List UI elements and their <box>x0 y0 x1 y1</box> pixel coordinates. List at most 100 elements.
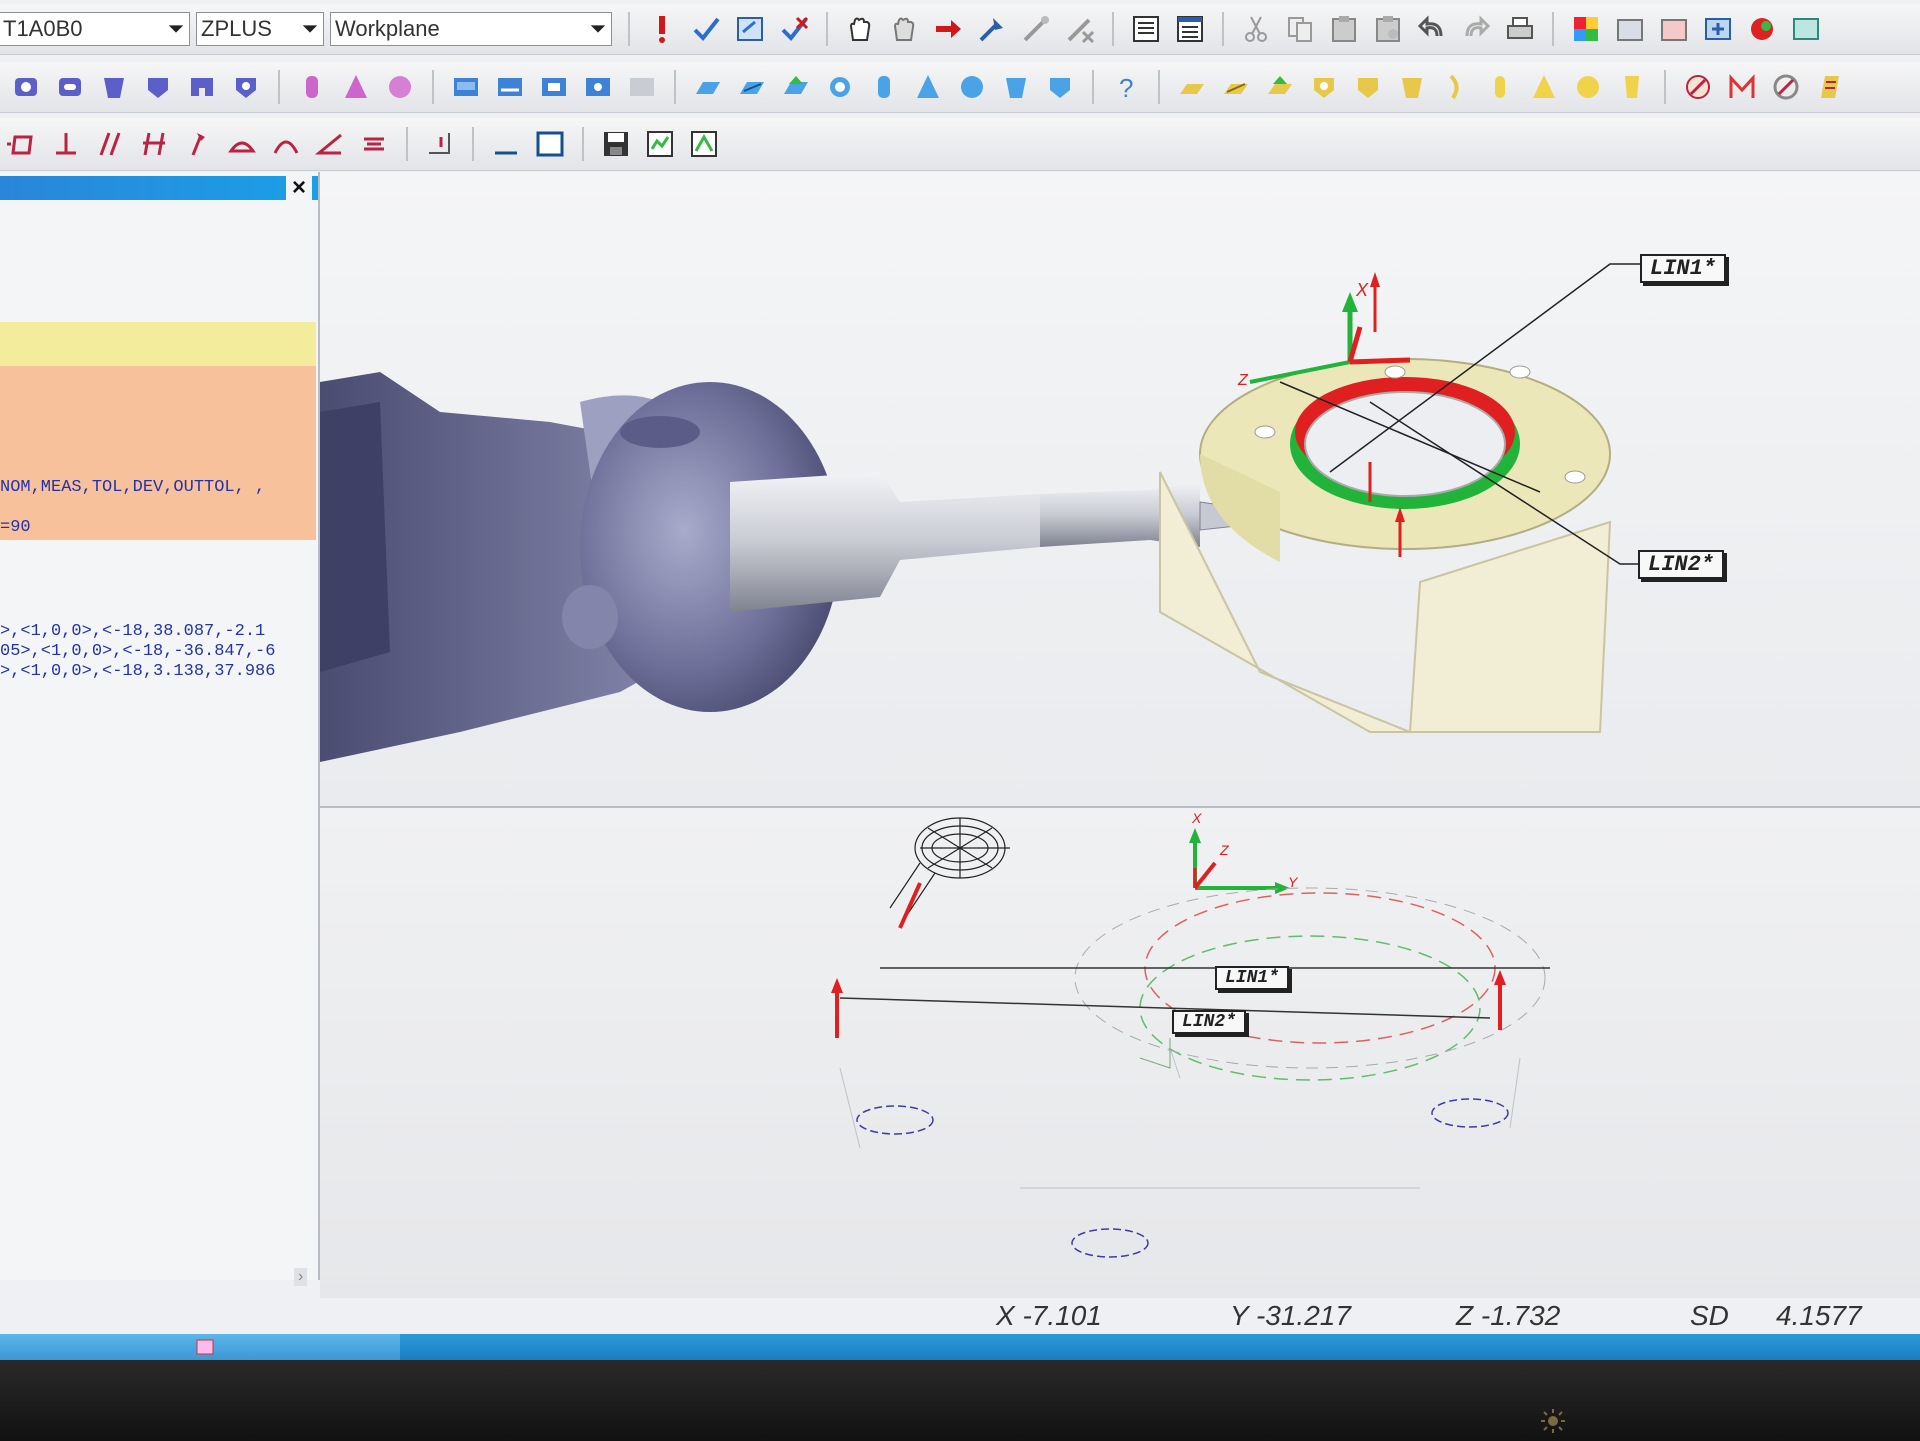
close-icon[interactable]: × <box>286 174 312 202</box>
sphere-render-icon[interactable] <box>1744 11 1780 47</box>
slot-icon[interactable] <box>52 69 88 105</box>
construct-slot-icon[interactable] <box>1350 69 1386 105</box>
auto-circle-icon[interactable] <box>822 69 858 105</box>
copy-icon[interactable] <box>1282 11 1318 47</box>
feature-label-lin1[interactable]: LIN1* <box>1215 966 1290 990</box>
save-icon[interactable] <box>598 126 634 162</box>
auto-cylinder-icon[interactable] <box>866 69 902 105</box>
rectangle-icon[interactable] <box>532 126 568 162</box>
construct-point-icon[interactable] <box>1262 69 1298 105</box>
settings-icon[interactable] <box>1656 11 1692 47</box>
print-icon[interactable] <box>1502 11 1538 47</box>
feature-label-lin1[interactable]: LIN1* <box>1640 254 1727 283</box>
undo-icon[interactable] <box>1414 11 1450 47</box>
cylinder-icon[interactable] <box>96 69 132 105</box>
move-icon[interactable] <box>1018 11 1054 47</box>
report-gen-icon[interactable] <box>1812 69 1848 105</box>
paste-special-icon[interactable] <box>1370 11 1406 47</box>
report-icon[interactable] <box>1128 11 1164 47</box>
analysis-icon[interactable] <box>1768 69 1804 105</box>
parallel-icon[interactable] <box>92 126 128 162</box>
paste-icon[interactable] <box>1326 11 1362 47</box>
code-line[interactable]: >,<1,0,0>,<-18,38.087,-2.1 <box>0 622 265 641</box>
redo-icon[interactable] <box>1458 11 1494 47</box>
taskbar <box>0 1334 1920 1360</box>
auto-sphere-icon[interactable] <box>954 69 990 105</box>
sphere-icon[interactable] <box>382 69 418 105</box>
point-icon[interactable] <box>536 69 572 105</box>
view-combo[interactable]: ZPLUS <box>196 12 324 46</box>
polygon-icon[interactable] <box>228 69 264 105</box>
probe-icon[interactable] <box>974 11 1010 47</box>
construct-curve-icon[interactable] <box>1438 69 1474 105</box>
construct-sphere-icon[interactable] <box>1570 69 1606 105</box>
graphics-icon[interactable] <box>1612 11 1648 47</box>
auto-square-icon[interactable] <box>1042 69 1078 105</box>
measure-icon[interactable] <box>580 69 616 105</box>
list-icon[interactable] <box>1172 11 1208 47</box>
profile-icon[interactable] <box>1724 69 1760 105</box>
delete-icon[interactable] <box>1062 11 1098 47</box>
construct-cone-icon[interactable] <box>1526 69 1562 105</box>
export-icon[interactable] <box>1788 11 1824 47</box>
square-icon[interactable] <box>184 69 220 105</box>
scroll-right-icon[interactable]: › <box>294 1268 308 1286</box>
graphics-viewport-bottom[interactable]: LIN1* LIN2* X Z Y <box>320 808 1920 1298</box>
code-line[interactable]: >,<1,0,0>,<-18,3.138,37.986 <box>0 662 275 681</box>
graphics-viewport-top[interactable]: LIN1* LIN2* X Z <box>320 172 1920 808</box>
auto-plane-icon[interactable] <box>690 69 726 105</box>
arrow-icon[interactable] <box>930 11 966 47</box>
angle-icon[interactable] <box>312 126 348 162</box>
window-icon[interactable] <box>1700 11 1736 47</box>
feature-label-lin2[interactable]: LIN2* <box>1638 550 1725 579</box>
round-icon[interactable] <box>268 126 304 162</box>
auto-point-icon[interactable] <box>778 69 814 105</box>
perpendicular-icon[interactable] <box>48 126 84 162</box>
code-line[interactable]: =90 <box>0 518 31 537</box>
cut-icon[interactable] <box>1238 11 1274 47</box>
code-line[interactable]: NOM,MEAS,TOL,DEV,OUTTOL, , <box>0 478 265 497</box>
line-style-icon[interactable] <box>488 126 524 162</box>
symmetry-icon[interactable] <box>356 126 392 162</box>
construct-set-icon[interactable] <box>1614 69 1650 105</box>
construct-line-icon[interactable] <box>1218 69 1254 105</box>
taskbar-app-button[interactable] <box>0 1334 400 1360</box>
dimension-icon[interactable] <box>1680 69 1716 105</box>
runout-icon[interactable] <box>180 126 216 162</box>
color-icon[interactable] <box>1568 11 1604 47</box>
execute-icon[interactable] <box>644 11 680 47</box>
arc-icon[interactable] <box>224 126 260 162</box>
construct-square-icon[interactable] <box>1394 69 1430 105</box>
unmark-icon[interactable] <box>776 11 812 47</box>
selected-command-block[interactable] <box>0 366 316 540</box>
flatness-icon[interactable] <box>4 126 40 162</box>
cylinder-auto-icon[interactable] <box>294 69 330 105</box>
disabled-icon[interactable] <box>624 69 660 105</box>
auto-line-icon[interactable] <box>734 69 770 105</box>
datum-icon[interactable] <box>422 126 458 162</box>
cone-icon[interactable] <box>140 69 176 105</box>
feature-label-lin2[interactable]: LIN2* <box>1172 1010 1247 1034</box>
help-icon[interactable]: ? <box>1108 69 1144 105</box>
line-icon[interactable] <box>492 69 528 105</box>
cad-view-icon[interactable] <box>686 126 722 162</box>
plane-icon[interactable] <box>448 69 484 105</box>
workplane-combo[interactable]: Workplane <box>330 12 612 46</box>
profile-line-icon[interactable] <box>136 126 172 162</box>
rotate-hand-icon[interactable] <box>886 11 922 47</box>
mark-icon[interactable] <box>688 11 724 47</box>
construct-circle-icon[interactable] <box>1306 69 1342 105</box>
circle-icon[interactable] <box>8 69 44 105</box>
edit-window-icon[interactable] <box>732 11 768 47</box>
construct-plane-icon[interactable] <box>1174 69 1210 105</box>
probe-tip-combo[interactable]: T1A0B0 <box>0 12 190 46</box>
highlighted-command-line[interactable] <box>0 322 316 366</box>
part-bolt-hole <box>1564 470 1586 484</box>
auto-cone-icon[interactable] <box>910 69 946 105</box>
code-line[interactable]: 05>,<1,0,0>,<-18,-36.847,-6 <box>0 642 275 661</box>
cone-auto-icon[interactable] <box>338 69 374 105</box>
auto-slot-icon[interactable] <box>998 69 1034 105</box>
pan-hand-icon[interactable] <box>842 11 878 47</box>
construct-cylinder-icon[interactable] <box>1482 69 1518 105</box>
report-view-icon[interactable] <box>642 126 678 162</box>
